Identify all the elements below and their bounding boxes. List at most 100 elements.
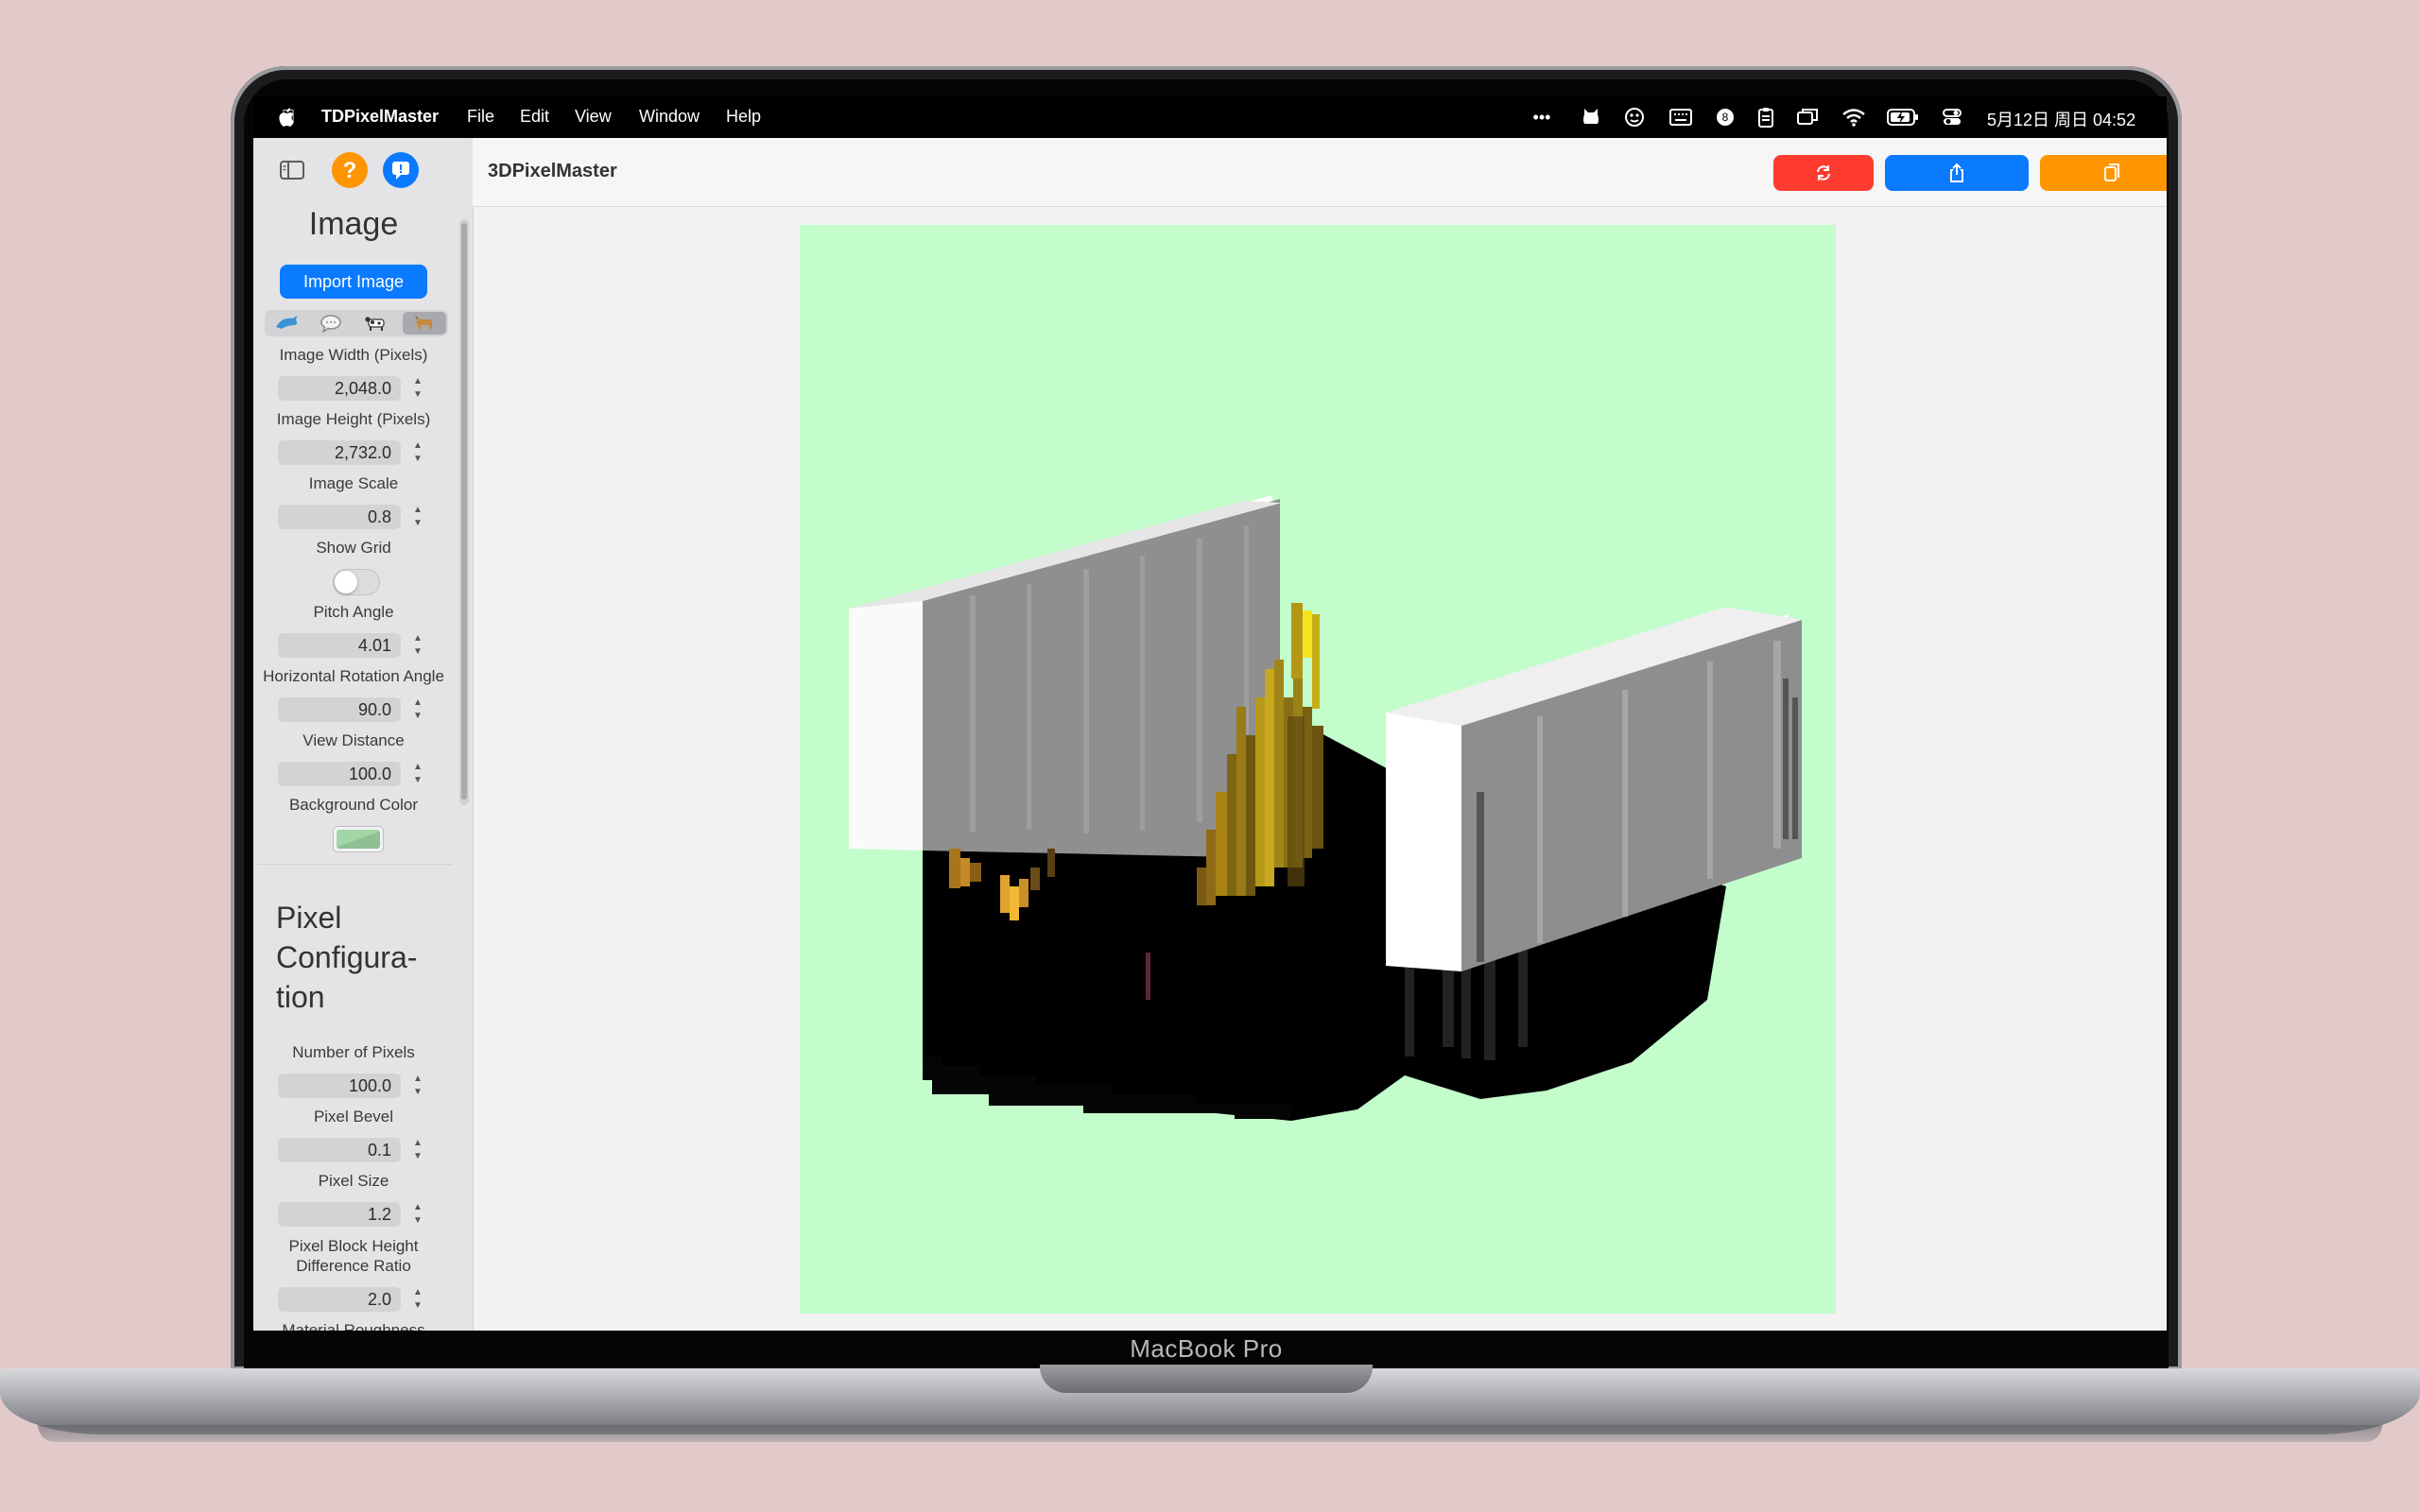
apple-logo-icon[interactable]	[278, 106, 297, 129]
chevron-down-icon[interactable]: ▼	[410, 1086, 425, 1098]
menu-window[interactable]: Window	[639, 107, 700, 127]
height-difference-ratio-stepper[interactable]: ▲ ▼	[410, 1286, 425, 1313]
share-button[interactable]	[1885, 155, 2029, 191]
cat-icon[interactable]	[1581, 107, 1601, 128]
pitch-angle-label: Pitch Angle	[313, 603, 394, 621]
speech-bubble-icon[interactable]	[318, 314, 344, 333]
pixel-bevel-field[interactable]: 0.1	[278, 1138, 401, 1162]
screen:  TDPixelMaster File Edit View Window He…	[253, 96, 2167, 1331]
pixel-bevel-stepper[interactable]: ▲ ▼	[410, 1137, 425, 1163]
chevron-up-icon[interactable]: ▲	[410, 1137, 425, 1149]
chevron-down-icon[interactable]: ▼	[410, 517, 425, 529]
menu-file[interactable]: File	[467, 107, 494, 127]
image-width-label: Image Width (Pixels)	[279, 346, 428, 364]
pixel-title-line-1: Pixel	[276, 901, 342, 935]
chevron-up-icon[interactable]: ▲	[410, 439, 425, 452]
number-of-pixels-stepper[interactable]: ▲ ▼	[410, 1073, 425, 1099]
dog-icon[interactable]	[411, 314, 438, 333]
clipboard-icon[interactable]	[1756, 106, 1775, 129]
image-width-field[interactable]: 2,048.0	[278, 376, 401, 401]
laptop-notch	[1040, 1365, 1373, 1393]
height-ratio-label-line-2: Difference Ratio	[296, 1257, 411, 1275]
menu-bar:  TDPixelMaster File Edit View Window He…	[253, 96, 2167, 138]
help-icon[interactable]: ?	[331, 151, 369, 189]
image-height-field[interactable]: 2,732.0	[278, 440, 401, 465]
material-roughness-label: Material Roughness	[282, 1321, 425, 1331]
color-swatch	[337, 830, 380, 849]
chevron-down-icon[interactable]: ▼	[410, 710, 425, 722]
height-difference-ratio-field[interactable]: 2.0	[278, 1287, 401, 1312]
app-menu-name[interactable]: TDPixelMaster	[321, 107, 439, 127]
menu-view[interactable]: View	[575, 107, 612, 127]
more-icon[interactable]: •••	[1531, 107, 1552, 128]
chevron-up-icon[interactable]: ▲	[410, 632, 425, 644]
show-grid-toggle[interactable]	[333, 569, 380, 595]
chevron-down-icon[interactable]: ▼	[410, 388, 425, 401]
menubar-clock[interactable]: 5月12日 周日 04:52	[1987, 107, 2135, 131]
menu-help[interactable]: Help	[726, 107, 761, 127]
preset-segmented-control	[265, 310, 448, 336]
image-scale-field[interactable]: 0.8	[278, 505, 401, 529]
keyboard-icon[interactable]	[1669, 108, 1692, 127]
status-circle-icon[interactable]: 8	[1715, 107, 1736, 128]
control-center-icon[interactable]	[1942, 107, 1962, 128]
refresh-icon	[1817, 165, 1830, 180]
background-color-well[interactable]	[333, 826, 384, 852]
battery-charging-icon[interactable]	[1887, 109, 1919, 126]
face-icon[interactable]	[1624, 107, 1645, 128]
pitch-angle-field[interactable]: 4.01	[278, 633, 401, 658]
wifi-icon[interactable]	[1841, 107, 1866, 128]
background-color-label: Background Color	[288, 796, 419, 814]
svg-text:8: 8	[1722, 111, 1729, 124]
pixel-title-line-3: tion	[276, 980, 325, 1014]
chevron-up-icon[interactable]: ▲	[410, 696, 425, 709]
chevron-down-icon[interactable]: ▼	[410, 1214, 425, 1227]
image-scale-stepper[interactable]: ▲ ▼	[410, 504, 425, 530]
toolbar: 3DPixelMaster	[473, 138, 2167, 207]
view-distance-stepper[interactable]: ▲ ▼	[410, 761, 425, 787]
chevron-down-icon[interactable]: ▼	[410, 1150, 425, 1162]
chevron-down-icon[interactable]: ▼	[410, 1299, 425, 1312]
chevron-up-icon[interactable]: ▲	[410, 504, 425, 516]
chevron-up-icon[interactable]: ▲	[410, 1201, 425, 1213]
height-ratio-label-line-1: Pixel Block Height	[288, 1237, 419, 1255]
number-of-pixels-field[interactable]: 100.0	[278, 1074, 401, 1098]
purple-column	[1146, 953, 1150, 1000]
sidebar-scroll-thumb[interactable]	[461, 223, 467, 799]
chevron-up-icon[interactable]: ▲	[410, 1073, 425, 1085]
copy-icon	[2104, 163, 2119, 181]
horizontal-rotation-stepper[interactable]: ▲ ▼	[410, 696, 425, 723]
image-height-stepper[interactable]: ▲ ▼	[410, 439, 425, 466]
horizontal-rotation-label: Horizontal Rotation Angle	[263, 667, 444, 685]
chevron-down-icon[interactable]: ▼	[410, 774, 425, 786]
window-title: 3DPixelMaster	[488, 161, 617, 181]
chevron-down-icon[interactable]: ▼	[410, 645, 425, 658]
chevron-up-icon[interactable]: ▲	[410, 1286, 425, 1298]
toggle-knob	[335, 571, 357, 593]
refresh-button[interactable]	[1773, 155, 1874, 191]
dolphin-icon[interactable]	[274, 314, 301, 333]
sidebar-toggle-icon[interactable]	[280, 161, 304, 180]
chevron-down-icon[interactable]: ▼	[410, 453, 425, 465]
chevron-up-icon[interactable]: ▲	[410, 761, 425, 773]
feedback-icon[interactable]	[382, 151, 420, 189]
view-distance-label: View Distance	[302, 731, 405, 749]
windows-icon[interactable]	[1796, 107, 1819, 128]
cow-icon[interactable]	[363, 314, 389, 333]
menu-edit[interactable]: Edit	[520, 107, 549, 127]
image-width-stepper[interactable]: ▲ ▼	[410, 375, 425, 402]
import-image-button[interactable]: Import Image	[280, 265, 427, 299]
copy-button[interactable]	[2040, 155, 2167, 191]
chevron-up-icon[interactable]: ▲	[410, 375, 425, 387]
view-distance-field[interactable]: 100.0	[278, 762, 401, 786]
pixel-size-field[interactable]: 1.2	[278, 1202, 401, 1227]
svg-text:?: ?	[343, 158, 357, 183]
pitch-angle-stepper[interactable]: ▲ ▼	[410, 632, 425, 659]
render-canvas[interactable]	[800, 225, 1836, 1314]
pixel-title-line-2: Configura-	[276, 940, 418, 974]
pixel-size-stepper[interactable]: ▲ ▼	[410, 1201, 425, 1228]
image-height-label: Image Height (Pixels)	[276, 410, 431, 428]
sidebar: ? Image Import Image Image Width (Pixels…	[253, 138, 474, 1331]
pixel-section-title: Pixel Configura- tion	[276, 898, 417, 1017]
horizontal-rotation-field[interactable]: 90.0	[278, 697, 401, 722]
